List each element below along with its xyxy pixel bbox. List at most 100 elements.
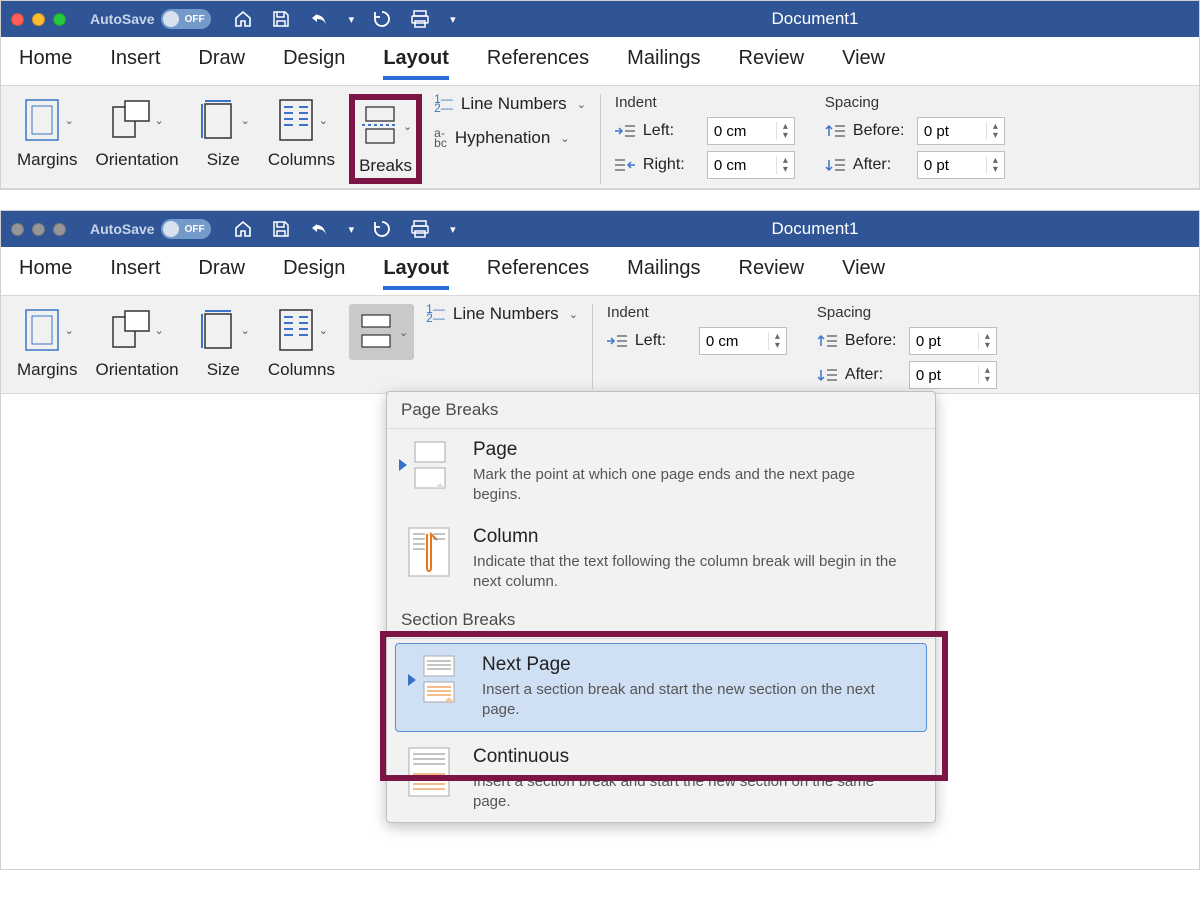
chevron-down-icon: ⌄ bbox=[154, 324, 163, 337]
tab-design[interactable]: Design bbox=[283, 47, 345, 76]
indent-right-icon bbox=[615, 157, 635, 173]
tab-home[interactable]: Home bbox=[19, 47, 72, 76]
chevron-down-icon: ⌄ bbox=[569, 308, 578, 321]
close-window-button[interactable] bbox=[11, 13, 24, 26]
autosave-toggle[interactable]: OFF bbox=[161, 9, 211, 29]
repeat-icon[interactable] bbox=[372, 219, 392, 239]
spacing-before-label: Before: bbox=[845, 332, 901, 350]
orientation-label: Orientation bbox=[95, 150, 178, 170]
line-numbers-button[interactable]: 1—2— Line Numbers ⌄ bbox=[434, 94, 586, 114]
tab-references[interactable]: References bbox=[487, 257, 589, 286]
spacing-before-input[interactable]: ▴▾ bbox=[917, 117, 1005, 145]
tab-review[interactable]: Review bbox=[739, 47, 805, 76]
tab-review[interactable]: Review bbox=[739, 257, 805, 286]
spacing-before-input[interactable]: ▴▾ bbox=[909, 327, 997, 355]
indent-left-input[interactable]: ▴▾ bbox=[699, 327, 787, 355]
autosave-toggle[interactable]: OFF bbox=[161, 219, 211, 239]
orientation-button[interactable]: ⌄ Orientation bbox=[91, 94, 182, 172]
line-numbers-icon: 1—2— bbox=[434, 95, 453, 113]
hyphenation-label: Hyphenation bbox=[455, 128, 550, 148]
orientation-button[interactable]: ⌄ Orientation bbox=[91, 304, 182, 382]
undo-dropdown[interactable]: ▾ bbox=[349, 13, 355, 26]
line-numbers-icon: 1—2— bbox=[426, 305, 445, 323]
autosave-label: AutoSave bbox=[90, 221, 155, 237]
titlebar: AutoSave OFF ▾ ▾ Document1 bbox=[1, 1, 1199, 37]
tab-insert[interactable]: Insert bbox=[110, 257, 160, 286]
spacing-after-icon bbox=[825, 157, 845, 173]
spacing-before-icon bbox=[817, 333, 837, 349]
margins-label: Margins bbox=[17, 150, 77, 170]
save-icon[interactable] bbox=[271, 9, 291, 29]
chevron-down-icon: ⌄ bbox=[399, 326, 408, 339]
spacing-header: Spacing bbox=[825, 94, 1005, 111]
minimize-window-button[interactable] bbox=[32, 13, 45, 26]
ribbon-layout: ⌄ Margins ⌄ Orientation ⌄ Size ⌄ Columns… bbox=[1, 295, 1199, 394]
tab-mailings[interactable]: Mailings bbox=[627, 257, 700, 286]
undo-icon[interactable] bbox=[309, 9, 329, 29]
tab-insert[interactable]: Insert bbox=[110, 47, 160, 76]
tab-mailings[interactable]: Mailings bbox=[627, 47, 700, 76]
hyphenation-icon: a-bc bbox=[434, 128, 447, 148]
repeat-icon[interactable] bbox=[372, 9, 392, 29]
columns-button[interactable]: ⌄ Columns bbox=[264, 304, 339, 382]
chevron-down-icon: ⌄ bbox=[65, 114, 74, 127]
hyphenation-button[interactable]: a-bc Hyphenation ⌄ bbox=[434, 128, 586, 148]
spacing-after-input[interactable]: ▴▾ bbox=[917, 151, 1005, 179]
tab-home[interactable]: Home bbox=[19, 257, 72, 286]
page-setup-group: ⌄ Margins ⌄ Orientation ⌄ Size ⌄ Columns… bbox=[13, 304, 414, 389]
close-window-button[interactable] bbox=[11, 223, 24, 236]
indent-right-input[interactable]: ▴▾ bbox=[707, 151, 795, 179]
indent-left-label: Left: bbox=[635, 332, 691, 350]
line-numbers-label: Line Numbers bbox=[461, 94, 567, 114]
break-continuous-item[interactable]: Continuous Insert a section break and st… bbox=[387, 736, 935, 823]
columns-button[interactable]: ⌄ Columns bbox=[264, 94, 339, 172]
maximize-window-button[interactable] bbox=[53, 13, 66, 26]
size-button[interactable]: ⌄ Size bbox=[193, 94, 254, 172]
column-break-icon bbox=[401, 526, 457, 578]
tab-design[interactable]: Design bbox=[283, 257, 345, 286]
tab-layout[interactable]: Layout bbox=[383, 257, 449, 290]
spacing-header: Spacing bbox=[817, 304, 997, 321]
home-icon[interactable] bbox=[233, 9, 253, 29]
undo-icon[interactable] bbox=[309, 219, 329, 239]
orientation-icon bbox=[110, 96, 152, 144]
customize-toolbar-icon[interactable]: ▾ bbox=[450, 13, 456, 26]
undo-dropdown[interactable]: ▾ bbox=[349, 223, 355, 236]
indent-right-label: Right: bbox=[643, 156, 699, 174]
tab-view[interactable]: View bbox=[842, 257, 885, 286]
quick-access-toolbar: ▾ ▾ bbox=[233, 9, 456, 29]
home-icon[interactable] bbox=[233, 219, 253, 239]
print-icon[interactable] bbox=[410, 219, 430, 239]
tab-references[interactable]: References bbox=[487, 47, 589, 76]
margins-button[interactable]: ⌄ Margins bbox=[13, 304, 81, 382]
maximize-window-button[interactable] bbox=[53, 223, 66, 236]
quick-access-toolbar: ▾ ▾ bbox=[233, 219, 456, 239]
breaks-button-active[interactable]: ⌄ bbox=[349, 304, 414, 360]
orientation-icon bbox=[110, 306, 152, 354]
breaks-button[interactable]: ⌄ Breaks bbox=[349, 94, 422, 184]
page-breaks-header: Page Breaks bbox=[387, 392, 935, 429]
customize-toolbar-icon[interactable]: ▾ bbox=[450, 223, 456, 236]
margins-button[interactable]: ⌄ Margins bbox=[13, 94, 81, 172]
break-column-desc: Indicate that the text following the col… bbox=[473, 552, 903, 593]
save-icon[interactable] bbox=[271, 219, 291, 239]
autosave-state: OFF bbox=[185, 14, 205, 25]
break-column-item[interactable]: Column Indicate that the text following … bbox=[387, 516, 935, 603]
print-icon[interactable] bbox=[410, 9, 430, 29]
spacing-after-input[interactable]: ▴▾ bbox=[909, 361, 997, 389]
tab-draw[interactable]: Draw bbox=[198, 257, 245, 286]
columns-label: Columns bbox=[268, 360, 335, 380]
break-next-page-item[interactable]: Next Page Insert a section break and sta… bbox=[395, 643, 927, 732]
line-numbers-button[interactable]: 1—2— Line Numbers ⌄ bbox=[426, 304, 578, 324]
break-page-item[interactable]: Page Mark the point at which one page en… bbox=[387, 429, 935, 516]
tab-view[interactable]: View bbox=[842, 47, 885, 76]
indent-left-input[interactable]: ▴▾ bbox=[707, 117, 795, 145]
chevron-down-icon: ⌄ bbox=[241, 324, 250, 337]
breaks-dropdown: Page Breaks Page Mark the point at which… bbox=[386, 391, 936, 823]
paragraph-group: Indent Left: ▴▾ Spacing Before: ▴▾ After… bbox=[607, 304, 997, 389]
size-button[interactable]: ⌄ Size bbox=[193, 304, 254, 382]
tab-draw[interactable]: Draw bbox=[198, 47, 245, 76]
minimize-window-button[interactable] bbox=[32, 223, 45, 236]
chevron-down-icon: ⌄ bbox=[319, 114, 328, 127]
tab-layout[interactable]: Layout bbox=[383, 47, 449, 80]
